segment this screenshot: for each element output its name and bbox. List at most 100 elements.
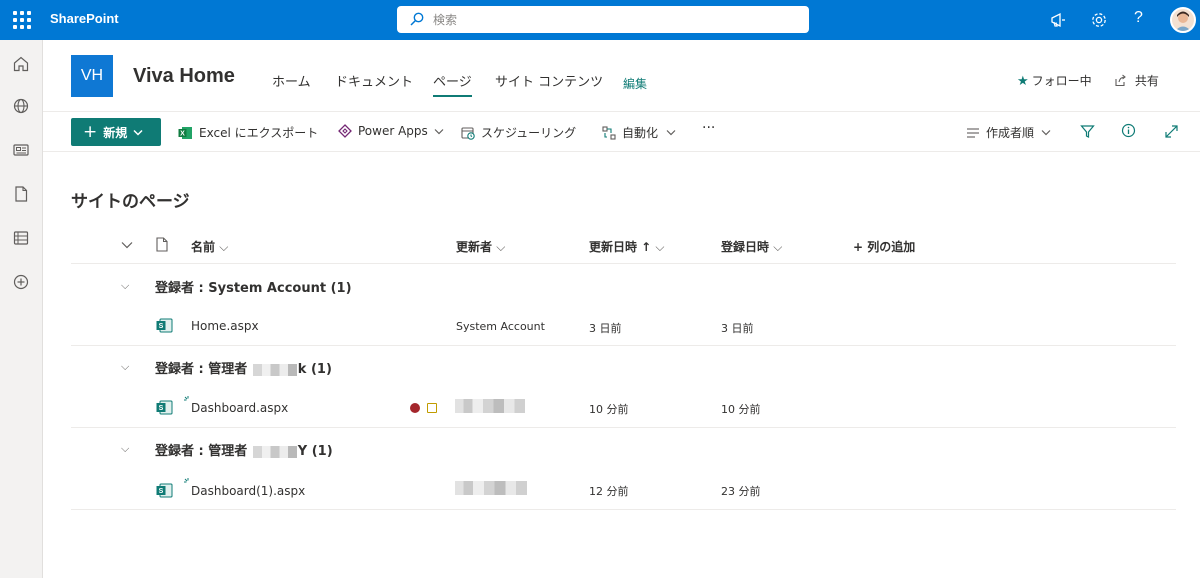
group-label: 登録者 : 管理者	[155, 362, 248, 377]
group-label: 登録者 : 管理者	[155, 444, 248, 459]
news-icon[interactable]	[12, 141, 30, 159]
avatar[interactable]	[1170, 7, 1196, 33]
group-header[interactable]: 登録者 : 管理者 k (1)	[155, 358, 332, 377]
share-button[interactable]: 共有	[1114, 72, 1159, 89]
expand-icon[interactable]	[1164, 124, 1179, 139]
app-name[interactable]: SharePoint	[50, 11, 119, 26]
file-link[interactable]: Home.aspx	[191, 319, 259, 333]
column-header-name[interactable]: 名前 ⌵	[191, 238, 228, 255]
file-type-icon[interactable]	[156, 237, 168, 252]
file-link[interactable]: Dashboard(1).aspx	[191, 484, 305, 498]
view-selector[interactable]: 作成者順	[966, 124, 1057, 141]
column-header-modified-by[interactable]: 更新者 ⌵	[456, 238, 505, 255]
group-label-suffix: k (1)	[297, 362, 332, 377]
svg-text:X: X	[180, 130, 185, 137]
follow-label: フォロー中	[1031, 74, 1092, 88]
chevron-down-icon: ⌵	[773, 240, 783, 254]
edit-nav-link[interactable]: 編集	[623, 75, 647, 92]
search-input[interactable]	[433, 10, 793, 29]
new-button[interactable]: + 新規	[71, 118, 161, 146]
svg-text:S: S	[159, 323, 164, 330]
site-logo[interactable]: VH	[71, 55, 113, 97]
document-icon[interactable]	[12, 185, 30, 203]
svg-text:S: S	[159, 405, 164, 412]
info-icon[interactable]	[1121, 123, 1136, 138]
share-label: 共有	[1134, 74, 1159, 88]
chevron-down-icon	[1041, 130, 1051, 136]
suite-header: SharePoint ?	[0, 0, 1200, 40]
list-title: サイトのページ	[71, 192, 190, 212]
created-cell: 3 日前	[721, 322, 754, 335]
nav-documents[interactable]: ドキュメント	[335, 71, 413, 90]
app-launcher-icon[interactable]	[12, 10, 32, 30]
share-icon	[1115, 74, 1126, 87]
group-collapse-chevron-icon[interactable]: ⌵	[121, 360, 129, 374]
redacted-name	[252, 363, 297, 376]
column-header-modified[interactable]: 更新日時 ↑ ⌵	[589, 238, 665, 255]
site-title[interactable]: Viva Home	[133, 65, 235, 88]
file-link[interactable]: Dashboard.aspx	[191, 401, 288, 415]
redacted-modified-by[interactable]	[455, 481, 527, 495]
home-icon[interactable]	[12, 55, 30, 73]
nav-site-contents[interactable]: サイト コンテンツ	[495, 71, 603, 90]
modified-cell: 10 分前	[589, 403, 629, 416]
redacted-modified-by[interactable]	[455, 399, 525, 413]
group-header[interactable]: 登録者 : System Account (1)	[155, 277, 352, 296]
chevron-down-icon: ⌵	[496, 240, 506, 254]
help-icon[interactable]: ?	[1134, 9, 1143, 27]
group-header[interactable]: 登録者 : 管理者 Y (1)	[155, 440, 333, 459]
row-divider	[71, 345, 1176, 346]
sharepoint-page-icon: S	[156, 483, 173, 498]
column-modified-by-label: 更新者	[456, 240, 493, 254]
group-collapse-chevron-icon[interactable]: ⌵	[121, 442, 129, 456]
plus-icon: +	[83, 121, 98, 142]
power-apps-icon	[338, 124, 352, 138]
modified-by-cell[interactable]: System Account	[456, 320, 545, 333]
megaphone-icon[interactable]	[1049, 11, 1067, 29]
globe-icon[interactable]	[12, 97, 30, 115]
chevron-down-icon	[133, 129, 143, 136]
automate-label: 自動化	[622, 126, 659, 140]
checked-out-status-icon[interactable]	[410, 403, 420, 413]
header-divider	[43, 111, 1200, 112]
row-divider	[71, 427, 1176, 428]
created-cell: 23 分前	[721, 485, 761, 498]
column-header-created[interactable]: 登録日時 ⌵	[721, 238, 782, 255]
more-actions-button[interactable]: ···	[702, 120, 715, 136]
column-created-label: 登録日時	[721, 240, 770, 254]
automate-icon	[602, 125, 616, 140]
view-label: 作成者順	[986, 126, 1035, 140]
sharepoint-page-icon: S	[156, 400, 173, 415]
column-name-label: 名前	[191, 240, 216, 254]
sharepoint-page-icon: S	[156, 318, 173, 333]
chevron-down-icon	[434, 128, 444, 134]
add-column-button[interactable]: + 列の追加	[853, 238, 915, 255]
automate-button[interactable]: 自動化	[602, 124, 682, 141]
list-icon[interactable]	[12, 229, 30, 247]
row-divider	[71, 509, 1176, 510]
filter-icon[interactable]	[1080, 124, 1095, 139]
schedule-button[interactable]: スケジューリング	[461, 124, 576, 141]
modified-cell: 12 分前	[589, 485, 629, 498]
draft-status-icon[interactable]	[427, 403, 437, 413]
group-collapse-chevron-icon[interactable]: ⌵	[121, 279, 129, 293]
svg-text:S: S	[159, 488, 164, 495]
export-excel-label: Excel にエクスポート	[199, 126, 319, 140]
header-divider	[71, 263, 1176, 264]
follow-button[interactable]: ★ フォロー中	[1017, 72, 1092, 89]
column-modified-label: 更新日時 ↑	[589, 240, 652, 254]
search-box[interactable]	[397, 6, 809, 33]
create-icon[interactable]	[12, 273, 30, 291]
nav-pages[interactable]: ページ	[433, 71, 472, 97]
nav-home[interactable]: ホーム	[272, 71, 311, 90]
export-excel-button[interactable]: X Excel にエクスポート	[178, 124, 318, 141]
collapse-all-chevron-icon[interactable]	[121, 241, 133, 249]
new-label: 新規	[103, 125, 128, 140]
user-photo-icon	[1175, 11, 1191, 31]
gear-icon[interactable]	[1090, 11, 1108, 29]
view-lines-icon	[967, 127, 979, 138]
modified-cell: 3 日前	[589, 322, 622, 335]
created-cell: 10 分前	[721, 403, 761, 416]
power-apps-button[interactable]: Power Apps	[338, 124, 450, 138]
redacted-name	[252, 445, 297, 458]
